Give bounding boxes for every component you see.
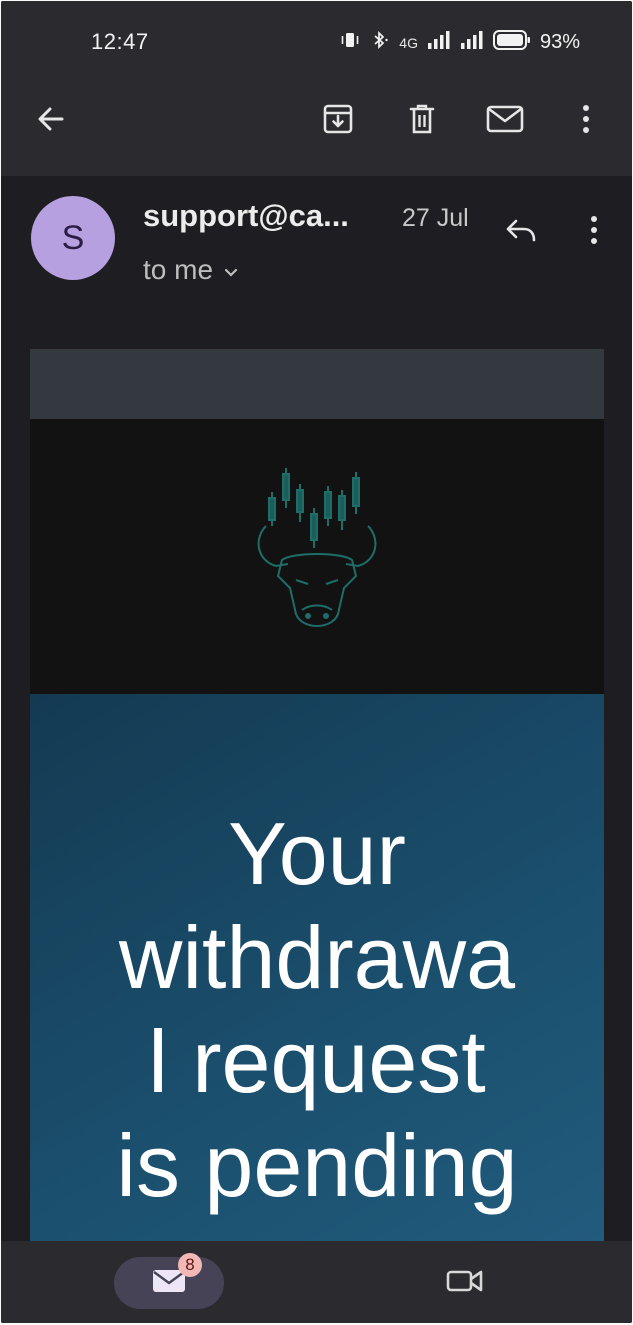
- signal-icon: [427, 31, 451, 54]
- delete-icon: [405, 102, 439, 141]
- vibrate-icon: [339, 31, 361, 54]
- hero-title: Your withdrawa l request is pending: [116, 804, 518, 1215]
- chevron-down-icon: [223, 254, 239, 286]
- email-body: Your withdrawa l request is pending: [30, 349, 604, 1241]
- recipient-details-toggle[interactable]: to me: [143, 254, 239, 286]
- bottom-navigation: 8: [1, 1241, 632, 1323]
- status-time: 12:47: [91, 29, 149, 54]
- message-more-button[interactable]: [570, 208, 618, 256]
- phone-screen: 12:47 4G 93% S support@ca... 27 Jul to m…: [1, 1, 632, 1323]
- status-icons: 4G 93%: [339, 30, 580, 55]
- network-type-label: 4G: [399, 34, 418, 51]
- back-button[interactable]: [27, 97, 75, 145]
- reply-button[interactable]: [497, 208, 545, 256]
- hero-banner: Your withdrawa l request is pending: [30, 694, 604, 1241]
- nav-mail-tab[interactable]: 8: [114, 1253, 224, 1309]
- more-vert-icon: [581, 104, 591, 139]
- battery-icon: [492, 30, 531, 55]
- delete-button[interactable]: [398, 97, 446, 145]
- avatar[interactable]: S: [31, 196, 115, 280]
- bluetooth-icon: [370, 30, 390, 55]
- mark-unread-button[interactable]: [481, 97, 529, 145]
- archive-icon: [321, 102, 355, 141]
- nav-meet-tab[interactable]: [441, 1257, 489, 1309]
- email-header: S support@ca... 27 Jul to me: [1, 176, 632, 326]
- top-app-bar: 12:47 4G 93%: [1, 1, 632, 176]
- unread-count-badge: 8: [178, 1253, 202, 1277]
- recipient-label: to me: [143, 254, 214, 285]
- signal-icon: [460, 31, 484, 54]
- more-options-button[interactable]: [562, 97, 610, 145]
- bull-candlestick-logo-icon: [252, 464, 382, 649]
- back-arrow-icon: [35, 103, 67, 140]
- mark-unread-icon: [486, 104, 524, 139]
- video-camera-icon: [446, 1267, 484, 1300]
- reply-icon: [504, 217, 538, 248]
- archive-button[interactable]: [314, 97, 362, 145]
- logo-banner: [30, 419, 604, 694]
- email-top-strip: [30, 349, 604, 419]
- more-vert-icon: [589, 215, 599, 250]
- battery-percent: 93%: [539, 31, 580, 53]
- email-date: 27 Jul: [402, 204, 469, 232]
- sender-name[interactable]: support@ca...: [143, 198, 349, 234]
